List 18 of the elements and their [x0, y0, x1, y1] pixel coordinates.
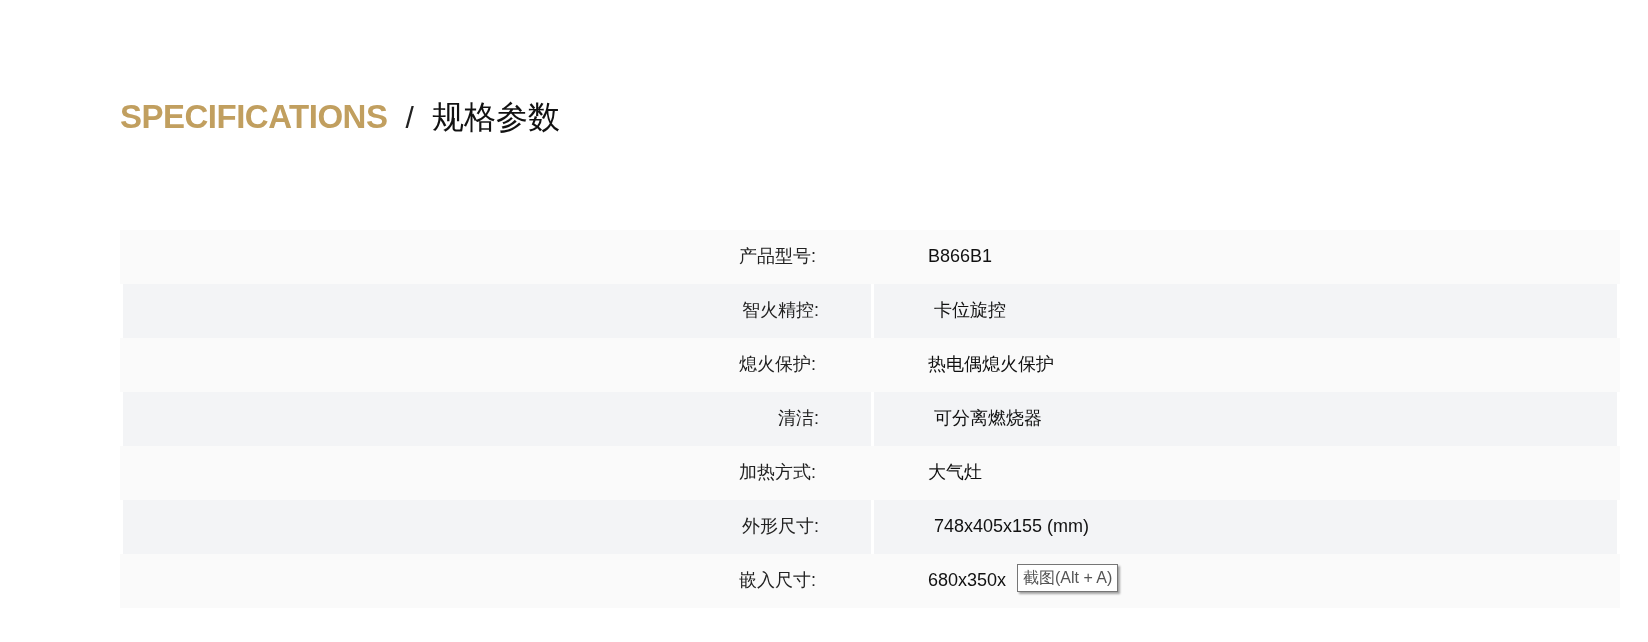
spec-value: 大气灶	[928, 461, 982, 484]
spec-label: 产品型号:	[739, 245, 816, 268]
title-separator: /	[405, 100, 414, 136]
section-subtitle: 规格参数	[431, 98, 560, 137]
section-title: SPECIFICATIONS	[120, 97, 388, 137]
spec-label: 熄火保护:	[739, 353, 816, 376]
spec-value: 可分离燃烧器	[934, 407, 1042, 430]
spec-label: 加热方式:	[739, 461, 816, 484]
spec-label: 智火精控:	[742, 299, 819, 322]
spec-value: 热电偶熄火保护	[928, 353, 1054, 376]
spec-label: 外形尺寸:	[742, 515, 819, 538]
spec-value: 748x405x155 (mm)	[934, 515, 1090, 538]
spec-label: 清洁:	[778, 407, 819, 430]
tooltip: 截图(Alt + A)	[1017, 563, 1119, 592]
spec-label: 嵌入尺寸:	[739, 569, 816, 592]
spec-value: 680x350x	[928, 569, 1007, 592]
spec-value: B866B1	[928, 245, 993, 268]
spec-value: 卡位旋控	[934, 299, 1006, 322]
